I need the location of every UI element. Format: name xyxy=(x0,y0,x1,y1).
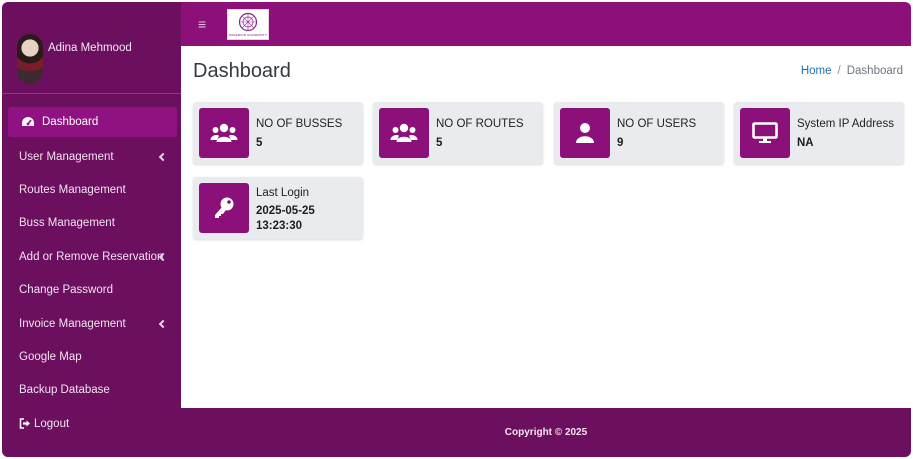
stat-card-users[interactable]: NO OF USERS 9 xyxy=(554,102,724,164)
key-icon xyxy=(199,183,249,233)
monitor-icon xyxy=(740,108,790,158)
logout-icon xyxy=(19,417,31,431)
sidebar: Adina Mehmood Dashboard User Management … xyxy=(2,2,181,457)
sidebar-item-label: Routes Management xyxy=(19,184,126,197)
stat-card-ip-address[interactable]: System IP Address NA xyxy=(734,102,904,164)
sidebar-item-backup-database[interactable]: Backup Database xyxy=(2,374,181,407)
breadcrumb-current: Dashboard xyxy=(846,65,903,77)
breadcrumb: Home / Dashboard xyxy=(801,65,903,77)
page-title: Dashboard xyxy=(193,60,291,82)
sidebar-item-label: Change Password xyxy=(19,284,113,297)
card-label: NO OF BUSSES xyxy=(256,118,343,130)
breadcrumb-home-link[interactable]: Home xyxy=(801,65,832,77)
university-logo[interactable]: SUPERIOR UNIVERSITY xyxy=(227,9,269,40)
footer: Copyright © 2025 xyxy=(181,408,911,457)
card-label: NO OF ROUTES xyxy=(436,118,524,130)
sidebar-item-google-map[interactable]: Google Map xyxy=(2,340,181,373)
avatar[interactable] xyxy=(17,34,43,84)
sidebar-item-routes-management[interactable]: Routes Management xyxy=(2,173,181,206)
card-label: System IP Address xyxy=(797,118,894,130)
app-window: Adina Mehmood Dashboard User Management … xyxy=(2,2,911,457)
card-value-date: 2025-05-25 xyxy=(256,205,315,217)
user-name[interactable]: Adina Mehmood xyxy=(48,42,132,54)
sidebar-item-buss-management[interactable]: Buss Management xyxy=(2,207,181,240)
hamburger-menu-icon[interactable]: ≡ xyxy=(198,17,206,31)
sidebar-menu: Dashboard User Management Routes Managem… xyxy=(2,107,181,441)
sidebar-item-label: Backup Database xyxy=(19,384,110,397)
breadcrumb-separator: / xyxy=(837,65,841,77)
logo-emblem-icon xyxy=(238,12,258,32)
sidebar-item-label: Logout xyxy=(34,417,70,430)
sidebar-item-label: User Management xyxy=(19,150,114,163)
sidebar-item-label: Google Map xyxy=(19,351,82,364)
chevron-left-icon xyxy=(158,152,168,161)
card-value: 5 xyxy=(436,137,443,149)
sidebar-item-invoice-management[interactable]: Invoice Management xyxy=(2,307,181,340)
dashboard-gauge-icon xyxy=(20,115,36,129)
card-label: Last Login xyxy=(256,187,310,199)
sidebar-item-user-management[interactable]: User Management xyxy=(2,140,181,173)
chevron-left-icon xyxy=(158,319,168,328)
sidebar-item-label: Invoice Management xyxy=(19,317,126,330)
sidebar-item-label: Add or Remove Reservation xyxy=(19,250,164,263)
card-value: 5 xyxy=(256,137,263,149)
sidebar-item-label: Buss Management xyxy=(19,217,115,230)
copyright-text: Copyright © 2025 xyxy=(504,427,588,438)
stat-card-busses[interactable]: NO OF BUSSES 5 xyxy=(193,102,363,164)
main-content: Dashboard Home / Dashboard NO OF BUSSES 5 xyxy=(181,46,911,408)
card-value: NA xyxy=(797,137,814,149)
sidebar-item-dashboard[interactable]: Dashboard xyxy=(8,107,177,137)
sidebar-item-logout[interactable]: Logout xyxy=(2,407,181,440)
card-value: 9 xyxy=(617,137,624,149)
card-value-time: 13:23:30 xyxy=(256,220,303,232)
stat-card-routes[interactable]: NO OF ROUTES 5 xyxy=(373,102,543,164)
card-label: NO OF USERS xyxy=(617,118,697,130)
sidebar-item-change-password[interactable]: Change Password xyxy=(2,274,181,307)
users-group-icon xyxy=(379,108,429,158)
users-group-icon xyxy=(199,108,249,158)
logo-text: SUPERIOR UNIVERSITY xyxy=(228,33,268,37)
user-icon xyxy=(560,108,610,158)
stat-card-last-login[interactable]: Last Login 2025-05-25 13:23:30 xyxy=(193,177,363,239)
sidebar-item-reservation[interactable]: Add or Remove Reservation xyxy=(2,240,181,273)
sidebar-item-label: Dashboard xyxy=(42,116,99,128)
user-panel: Adina Mehmood xyxy=(2,22,181,94)
top-navbar: ≡ SUPERIOR UNIVERSITY xyxy=(181,2,911,46)
